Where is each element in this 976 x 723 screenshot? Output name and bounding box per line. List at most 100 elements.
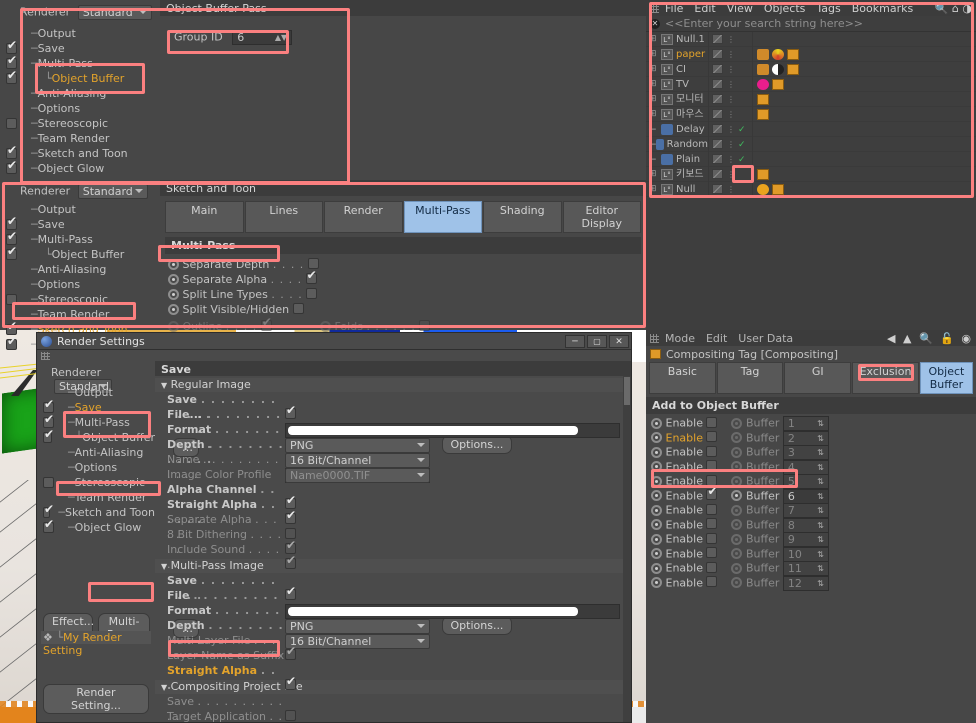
tag-comp[interactable] (757, 108, 769, 120)
menu-edit[interactable]: Edit (706, 332, 727, 345)
buffer-number-field[interactable]: 4 ⇅ (782, 459, 829, 475)
renderer-combo-2[interactable]: Standard (77, 184, 148, 199)
object-buffer-row[interactable]: Enable Buffer 4 ⇅ (646, 459, 976, 475)
tab-shading[interactable]: Shading (483, 201, 562, 233)
buffer-number-field[interactable]: 5 ⇅ (782, 474, 829, 489)
checkbox[interactable] (6, 294, 17, 305)
tree-item-anti-aliasing[interactable]: ─Anti-Aliasing (0, 262, 160, 277)
checkbox[interactable] (285, 404, 296, 419)
tag-texture-white[interactable] (772, 63, 784, 75)
tab-object-buffer[interactable]: Object Buffer (919, 362, 973, 394)
dots-icon[interactable]: ⋮ (727, 77, 735, 92)
buffer-radio-icon[interactable] (731, 461, 743, 472)
object-list-item[interactable]: ⊞ L° paper ⋮ (646, 46, 976, 62)
dots-icon[interactable]: ⋮ (727, 92, 735, 107)
attribute-tabs[interactable]: Basic Tag GI Exclusion Object Buffer (649, 362, 973, 394)
tag-comp[interactable] (772, 78, 784, 90)
tag-texture-pink[interactable] (757, 78, 769, 90)
buffer-radio-icon[interactable] (731, 533, 743, 545)
layer-swatch[interactable] (712, 34, 723, 44)
expand-icon[interactable]: ⊞ (649, 62, 661, 77)
tree-item-object-glow[interactable]: ─Object Glow (0, 159, 160, 176)
buffer-radio-icon[interactable] (731, 432, 743, 443)
object-buffer-row[interactable]: Enable Buffer 7 ⇅ (646, 503, 976, 518)
tree-item-sketch-and-toon[interactable]: ─Sketch and Toon (0, 144, 160, 161)
buffer-radio-icon[interactable] (731, 577, 743, 588)
group-header[interactable]: ▼ Regular Image (155, 378, 631, 392)
object-buffer-row[interactable]: Enable Buffer 9 ⇅ (646, 532, 976, 547)
radio-icon[interactable] (168, 274, 179, 285)
buffer-number-field[interactable]: 2 ⇅ (782, 430, 829, 446)
buffer-number-field[interactable]: 7 ⇅ (782, 503, 829, 518)
tree-item-team-render[interactable]: ─Team Render (0, 307, 160, 322)
buffer-number-field[interactable]: 9 ⇅ (782, 532, 829, 547)
checkbox[interactable] (706, 561, 718, 573)
tab-lines[interactable]: Lines (244, 201, 323, 233)
object-search-bar[interactable]: ✕ <<Enter your search string here>> (646, 16, 976, 32)
menu-edit[interactable]: Edit (694, 2, 715, 15)
tab-render[interactable]: Render (324, 201, 403, 233)
checkbox[interactable] (292, 303, 304, 314)
enable-radio-icon[interactable] (651, 577, 662, 588)
object-buffer-row[interactable]: Enable Buffer 3 ⇅ (646, 445, 976, 460)
tag-comp[interactable] (757, 93, 769, 105)
checkbox[interactable] (260, 316, 272, 331)
tree-item-team-render[interactable]: ─Team Render (0, 131, 160, 146)
tree-item-stereoscopic[interactable]: ─Stereoscopic (0, 292, 160, 307)
tree-item-anti-aliasing[interactable]: ─Anti-Aliasing (37, 445, 155, 460)
tree-item-options[interactable]: ─Options (0, 277, 160, 292)
file-path-field[interactable] (285, 603, 620, 619)
render-setting-button-row[interactable]: Render Setting... (43, 684, 149, 714)
tag-box[interactable] (757, 48, 769, 60)
checkbox[interactable] (706, 547, 718, 558)
format-combo[interactable]: PNG (285, 618, 430, 634)
tree-item-output[interactable]: ─Output (0, 202, 160, 217)
layer-swatch[interactable] (712, 49, 723, 59)
tab-multi-pass[interactable]: Multi-Pass (403, 201, 482, 233)
target-icon[interactable]: ◉ (961, 332, 973, 345)
option-split-line-types[interactable]: Split Line Types . . . . (168, 287, 646, 302)
tree-item-object-buffer[interactable]: └Object Buffer (0, 69, 160, 86)
window-titlebar[interactable]: Render Settings ─ ▢ ✕ (37, 333, 631, 350)
enable-radio-icon[interactable] (651, 533, 662, 545)
buffer-number-field[interactable]: 12 ⇅ (782, 575, 829, 591)
buffer-radio-icon[interactable] (731, 548, 743, 559)
dots-icon[interactable]: ⋮ (727, 167, 735, 182)
checkbox[interactable] (706, 460, 718, 471)
object-list-item[interactable]: ⊞ L° 마우스 ⋮ (646, 106, 976, 122)
object-list-item[interactable]: ─ Delay ⋮ ✓ (646, 121, 976, 137)
object-manager-toolbar[interactable]: 🔍 ⌂ ◑ (935, 2, 972, 15)
render-setting-button[interactable]: Render Setting... (43, 684, 149, 714)
checkbox[interactable] (285, 675, 296, 690)
layer-swatch[interactable] (712, 124, 723, 134)
back-arrow-icon[interactable]: ◀ (887, 332, 897, 345)
dots-icon[interactable]: ⋮ (727, 182, 735, 197)
menu-user-data[interactable]: User Data (738, 332, 793, 345)
tree-item-options[interactable]: ─Options (0, 101, 160, 116)
menu-view[interactable]: View (727, 2, 753, 15)
buffer-number-field[interactable]: 11 ⇅ (782, 561, 829, 576)
dots-icon[interactable]: ⋮ (727, 107, 735, 122)
menu-objects[interactable]: Objects (764, 2, 806, 15)
tree-item-object-glow[interactable]: ─Object Glow (37, 518, 155, 535)
object-buffer-row[interactable]: Enable Buffer 2 ⇅ (646, 430, 976, 446)
search-icon-2[interactable]: 🔍 (919, 332, 935, 345)
layer-swatch[interactable] (712, 169, 723, 179)
checkbox[interactable] (285, 645, 296, 660)
expand-icon[interactable]: ⊞ (649, 77, 661, 92)
tree-item-output[interactable]: ─Output (37, 385, 155, 400)
tree-item-multi-pass[interactable]: ─Multi-Pass (0, 230, 160, 247)
settings-tree-2[interactable]: ─Output ─Save ─Multi-Pass └Object Buffer ─An… (0, 202, 160, 352)
buffer-number-field[interactable]: 10 ⇅ (782, 546, 829, 562)
tree-item-stereoscopic[interactable]: ─Stereoscopic (0, 116, 160, 131)
format-combo[interactable]: PNG (285, 437, 430, 453)
checkbox[interactable] (6, 118, 17, 129)
enable-radio-icon[interactable] (651, 446, 662, 458)
group-id-field[interactable]: 6 ▲▼ (232, 30, 293, 45)
checkbox[interactable] (706, 503, 718, 515)
option-separate-depth[interactable]: Separate Depth . . . . (168, 257, 646, 272)
tree-item-anti-aliasing[interactable]: ─Anti-Aliasing (0, 86, 160, 101)
multipass-options[interactable]: Separate Depth . . . . Separate Alpha . … (168, 257, 646, 317)
buffer-radio-icon[interactable] (731, 490, 743, 501)
buffer-radio-icon[interactable] (731, 562, 743, 574)
